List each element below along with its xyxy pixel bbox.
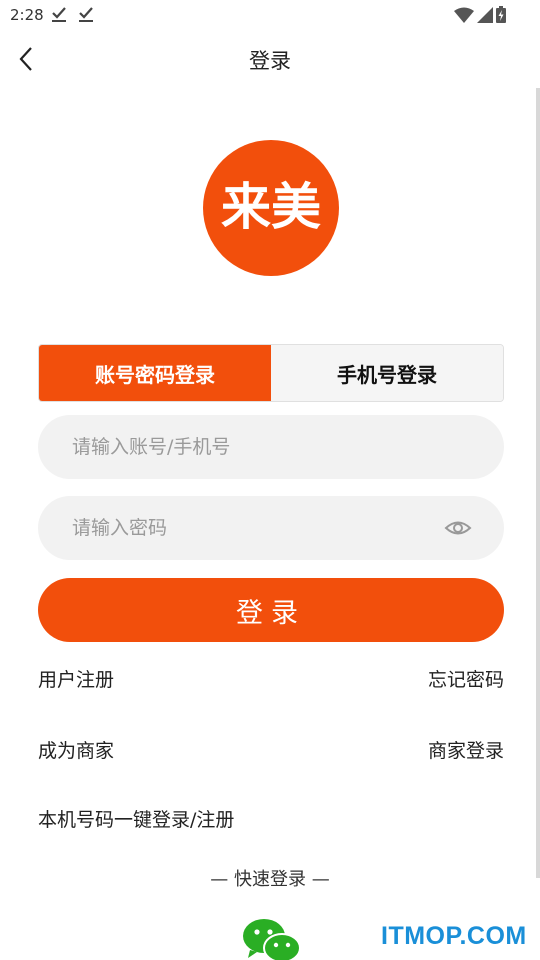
scrollbar[interactable] (536, 88, 540, 878)
wifi-icon (454, 7, 474, 23)
quick-login-title: — 快速登录 — (210, 869, 330, 890)
account-field (38, 415, 504, 479)
tab-account-login[interactable]: 账号密码登录 (39, 345, 271, 401)
login-button[interactable]: 登录 (38, 578, 504, 642)
page-title: 登录 (249, 49, 291, 73)
wechat-icon (243, 919, 301, 960)
status-icons (454, 6, 506, 23)
status-time: 2:28 (10, 6, 44, 24)
one-click-login-link[interactable]: 本机号码一键登录/注册 (38, 805, 234, 832)
tab-phone-login[interactable]: 手机号登录 (271, 345, 503, 401)
status-bar: 2:28 (0, 0, 540, 30)
login-tabs: 账号密码登录 手机号登录 (38, 344, 504, 402)
merchant-login-link[interactable]: 商家登录 (428, 736, 504, 763)
logo-text: 来美 (221, 178, 321, 236)
forgot-password-link[interactable]: 忘记密码 (428, 665, 504, 692)
account-input[interactable] (70, 415, 450, 479)
register-link[interactable]: 用户注册 (38, 665, 114, 692)
login-screen: 2:28 登录 来美 账号密码登录 手机号登录 请输入账号/手机号 登录 用户注… (0, 0, 540, 960)
become-merchant-link[interactable]: 成为商家 (38, 736, 114, 763)
wechat-login-button[interactable] (242, 918, 301, 960)
password-visibility-toggle[interactable] (444, 515, 472, 541)
app-logo: 来美 (203, 140, 339, 276)
download-done-icon (79, 7, 93, 22)
download-done-icon (52, 7, 66, 22)
password-field (38, 496, 504, 560)
eye-icon (444, 521, 472, 535)
password-input[interactable] (70, 496, 450, 560)
watermark: ITMOP.COM (381, 922, 527, 950)
signal-icon (477, 6, 493, 23)
battery-charging-icon (496, 6, 506, 23)
title-bar: 登录 (0, 30, 540, 88)
scroll-thumb[interactable] (536, 88, 540, 878)
